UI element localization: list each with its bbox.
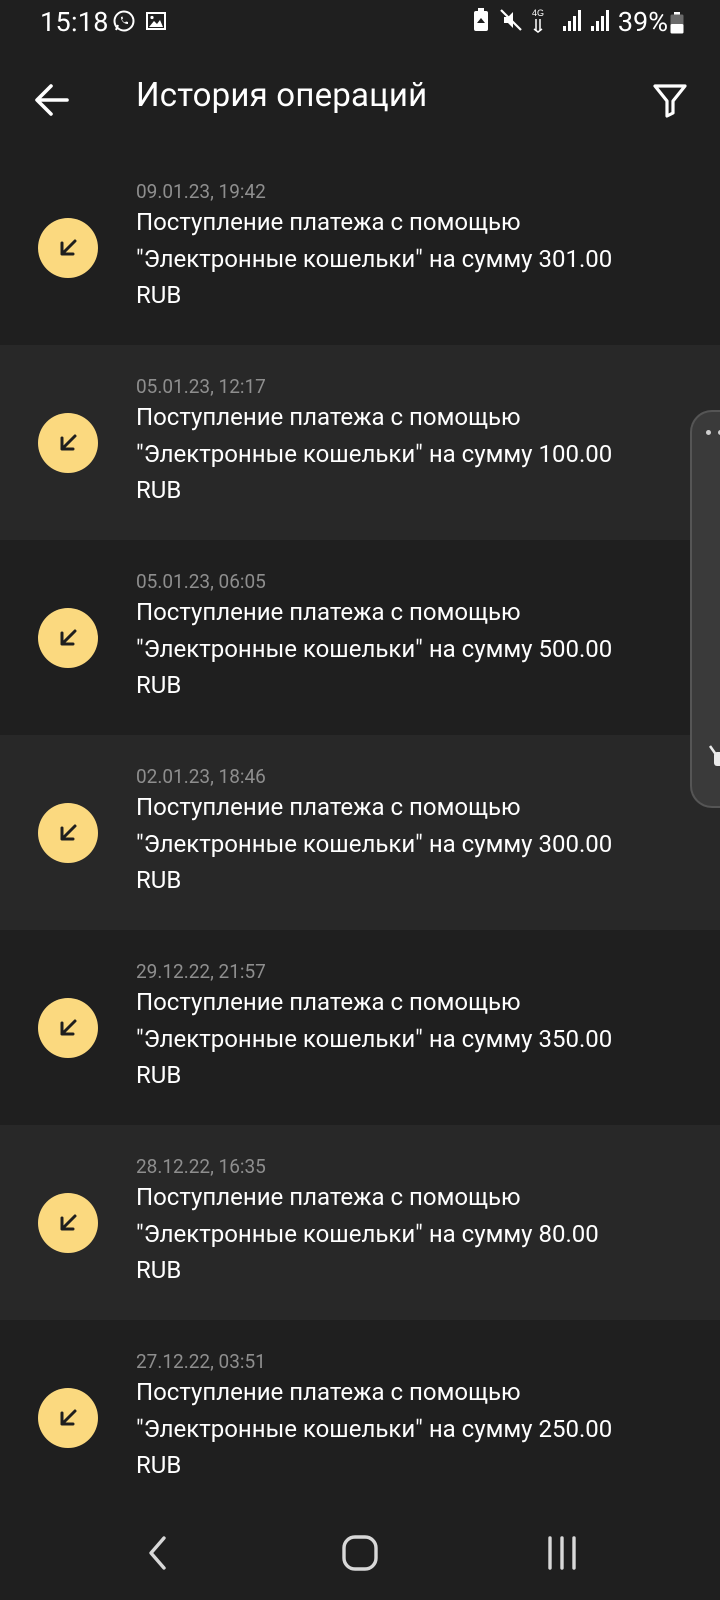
operation-date: 05.01.23, 12:17 <box>136 375 266 398</box>
notification-icons <box>112 9 168 37</box>
list-item[interactable]: 05.01.23, 12:17 Поступление платежа с по… <box>0 345 720 540</box>
filter-button[interactable] <box>642 72 698 128</box>
list-item[interactable]: 27.12.22, 03:51 Поступление платежа с по… <box>0 1320 720 1515</box>
arrow-left-icon <box>35 84 69 116</box>
back-button[interactable] <box>28 72 76 128</box>
nav-back-button[interactable] <box>128 1528 188 1578</box>
svg-text:4G: 4G <box>532 8 544 18</box>
list-item[interactable]: 29.12.22, 21:57 Поступление платежа с по… <box>0 930 720 1125</box>
arrow-down-left-icon <box>38 1388 98 1448</box>
edge-panel-handle[interactable] <box>690 410 720 808</box>
operation-description: Поступление платежа с помощью "Электронн… <box>136 403 613 504</box>
navigation-bar <box>0 1508 720 1600</box>
operation-description: Поступление платежа с помощью "Электронн… <box>136 208 613 309</box>
arrow-down-left-icon <box>38 1193 98 1253</box>
operation-description: Поступление платежа с помощью "Электронн… <box>136 1378 613 1479</box>
edge-app-icon <box>706 742 720 774</box>
operation-date: 28.12.22, 16:35 <box>136 1155 266 1178</box>
operation-description: Поступление платежа с помощью "Электронн… <box>136 598 613 699</box>
nav-recents-button[interactable] <box>532 1528 592 1578</box>
chevron-left-icon <box>149 1536 166 1570</box>
signal-icon <box>562 8 582 36</box>
list-item[interactable]: 09.01.23, 19:42 Поступление платежа с по… <box>0 150 720 345</box>
list-item[interactable]: 05.01.23, 06:05 Поступление платежа с по… <box>0 540 720 735</box>
battery-percent: 39% <box>617 6 668 38</box>
list-item[interactable]: 28.12.22, 16:35 Поступление платежа с по… <box>0 1125 720 1320</box>
operation-date: 02.01.23, 18:46 <box>136 765 266 788</box>
signal-icon-2 <box>590 8 610 36</box>
status-time: 15:18 <box>40 6 109 38</box>
operation-date: 05.01.23, 06:05 <box>136 570 266 593</box>
system-icons: 4G 39% <box>472 6 668 38</box>
operation-description: Поступление платежа с помощью "Электронн… <box>136 988 613 1089</box>
recents-icon <box>548 1536 576 1570</box>
arrow-down-left-icon <box>38 608 98 668</box>
mute-icon <box>498 7 524 37</box>
operation-description: Поступление платежа с помощью "Электронн… <box>136 793 613 894</box>
image-icon <box>144 9 168 37</box>
app-bar: История операций <box>0 52 720 148</box>
battery-saver-icon <box>472 7 490 37</box>
edge-dot <box>706 430 711 435</box>
battery-icon <box>670 12 684 34</box>
operation-date: 09.01.23, 19:42 <box>136 180 266 203</box>
network-4g-icon: 4G <box>532 7 554 37</box>
arrow-down-left-icon <box>38 803 98 863</box>
operation-date: 27.12.22, 03:51 <box>136 1350 266 1373</box>
operation-date: 29.12.22, 21:57 <box>136 960 266 983</box>
home-icon <box>342 1535 378 1571</box>
operation-description: Поступление платежа с помощью "Электронн… <box>136 1183 599 1284</box>
filter-icon <box>653 84 687 118</box>
arrow-down-left-icon <box>38 413 98 473</box>
page-title: История операций <box>136 76 428 115</box>
nav-home-button[interactable] <box>330 1528 390 1578</box>
arrow-down-left-icon <box>38 218 98 278</box>
operations-list: 09.01.23, 19:42 Поступление платежа с по… <box>0 150 720 1515</box>
arrow-down-left-icon <box>38 998 98 1058</box>
status-bar: 15:18 4G 39% <box>0 0 720 46</box>
whatsapp-icon <box>112 9 136 37</box>
list-item[interactable]: 02.01.23, 18:46 Поступление платежа с по… <box>0 735 720 930</box>
